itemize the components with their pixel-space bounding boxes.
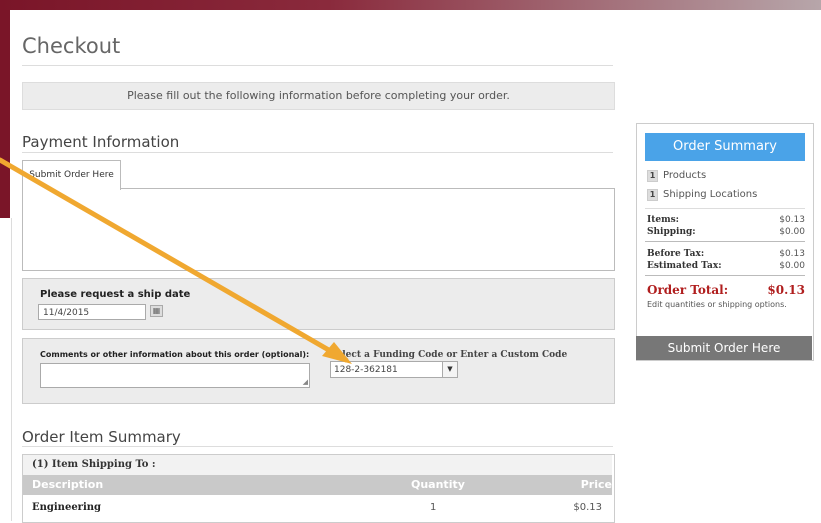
calendar-icon[interactable]: ▦ (150, 305, 163, 317)
resize-handle-icon[interactable]: ◢ (303, 379, 308, 386)
left-border-line (11, 218, 12, 521)
summary-divider-2 (645, 241, 805, 242)
payment-heading: Payment Information (22, 133, 180, 151)
chevron-down-icon[interactable]: ▼ (442, 362, 457, 377)
shipping-label: Shipping: (647, 227, 696, 237)
estimated-tax-label: Estimated Tax: (647, 261, 722, 271)
item-price: $0.13 (573, 502, 602, 513)
ship-date-label: Please request a ship date (40, 289, 191, 300)
title-divider (22, 65, 613, 66)
order-total-value: $0.13 (767, 283, 805, 297)
order-summary-header: Order Summary (645, 133, 805, 161)
ship-date-input[interactable]: 11/4/2015 (38, 304, 146, 320)
before-tax-label: Before Tax: (647, 249, 705, 259)
submit-order-button[interactable]: Submit Order Here (636, 336, 812, 360)
before-tax-value: $0.13 (779, 249, 805, 259)
items-value: $0.13 (779, 215, 805, 225)
shipping-locations-row[interactable]: 1 Shipping Locations (647, 189, 757, 201)
top-brand-bar (0, 0, 821, 10)
shipping-to-row: (1) Item Shipping To : (23, 455, 612, 475)
tab-submit-order[interactable]: Submit Order Here (22, 160, 121, 190)
payment-divider (22, 152, 613, 153)
column-header-price: Price (580, 478, 612, 491)
shipping-value: $0.00 (779, 227, 805, 237)
edit-quantities-link[interactable]: Edit quantities or shipping options. (647, 300, 787, 309)
page-title: Checkout (22, 34, 121, 58)
column-header-quantity: Quantity (411, 478, 465, 491)
products-count-badge: 1 (647, 170, 658, 182)
funding-code-select[interactable]: 128-2-362181 ▼ (330, 361, 458, 378)
table-header-row: Description Quantity Price (23, 475, 612, 495)
item-description: Engineering (32, 502, 102, 513)
locations-label: Shipping Locations (663, 189, 758, 200)
funding-label: Select a Funding Code or Enter a Custom … (330, 350, 568, 360)
products-row[interactable]: 1 Products (647, 170, 706, 182)
left-brand-bar (0, 10, 10, 218)
funding-code-value: 128-2-362181 (334, 365, 398, 375)
order-items-divider (22, 446, 613, 447)
locations-count-badge: 1 (647, 189, 658, 201)
items-label: Items: (647, 215, 680, 225)
info-notice: Please fill out the following informatio… (22, 82, 615, 110)
comments-textarea[interactable]: ◢ (40, 363, 310, 388)
order-total-label: Order Total: (647, 283, 729, 297)
table-row: Engineering 1 $0.13 (23, 498, 612, 518)
summary-divider-1 (645, 208, 805, 209)
payment-tab-panel (22, 188, 615, 271)
summary-divider-3 (645, 275, 805, 276)
products-label: Products (663, 170, 707, 181)
item-quantity: 1 (430, 502, 437, 513)
column-header-description: Description (32, 478, 104, 491)
estimated-tax-value: $0.00 (779, 261, 805, 271)
shipping-to-label: (1) Item Shipping To : (32, 459, 156, 470)
comments-label: Comments or other information about this… (40, 350, 310, 359)
order-items-heading: Order Item Summary (22, 428, 181, 446)
